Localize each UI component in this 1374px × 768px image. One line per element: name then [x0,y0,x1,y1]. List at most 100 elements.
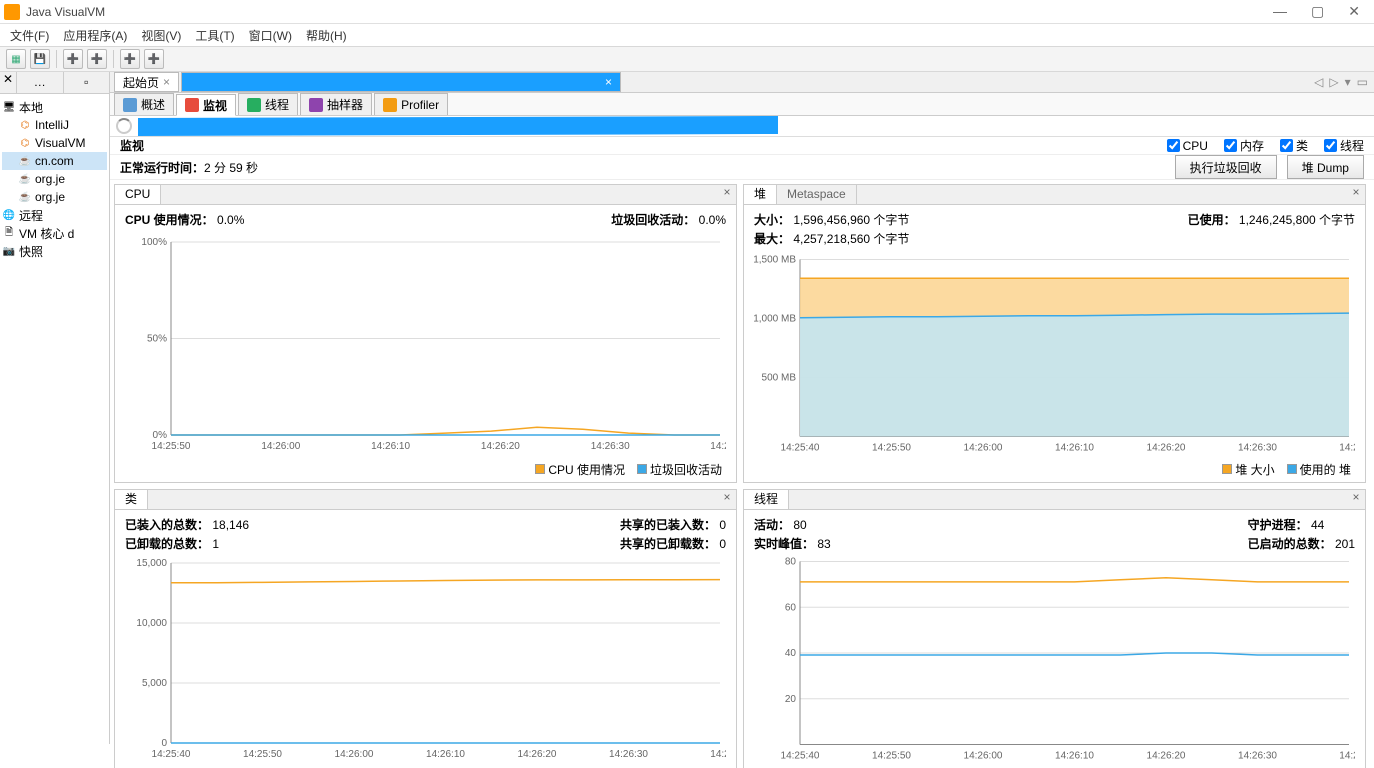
tree-local[interactable]: 🖥本地 [2,98,107,116]
svg-text:14:25:40: 14:25:40 [152,749,191,760]
svg-text:15,000: 15,000 [136,558,167,569]
close-icon[interactable]: × [163,75,170,89]
svg-text:14:26:30: 14:26:30 [1238,751,1277,762]
check-cpu-box[interactable] [1167,139,1180,152]
doc-tab-redacted[interactable]: × [181,72,621,92]
threads-live-value: 80 [793,518,806,532]
tree-item-orgje1[interactable]: ☕org.je [2,170,107,188]
doc-tab-label: 起始页 [123,74,159,91]
nav-dropdown-icon[interactable]: ▾ [1345,75,1351,89]
check-threads[interactable]: 线程 [1324,137,1364,154]
maximize-button[interactable]: ▢ [1311,3,1324,20]
monitor-checks: CPU 内存 类 线程 [1167,137,1364,154]
threads-tab[interactable]: 线程 [744,490,789,509]
cpu-tab[interactable]: CPU [115,185,161,204]
threads-started-label: 已启动的总数： [1248,537,1332,551]
legend-cpu: CPU 使用情况 [548,463,625,477]
svg-text:1,000 MB: 1,000 MB [754,314,796,325]
classes-shared-unloaded-label: 共享的已卸载数： [620,537,716,551]
check-cpu[interactable]: CPU [1167,137,1208,154]
view-tab-label: 抽样器 [327,96,363,113]
minimize-button[interactable]: — [1273,3,1287,20]
view-tab-label: Profiler [401,98,439,112]
close-icon[interactable]: × [605,75,612,89]
sidebar: ✕ … ▫ 🖥本地 ⌬IntelliJ ⌬VisualVM ☕cn.com ☕o… [0,72,110,744]
view-tab-threads[interactable]: 线程 [238,93,298,115]
heap-dump-button[interactable]: 堆 Dump [1287,155,1364,179]
panel-close-icon[interactable]: × [718,185,736,204]
heap-used-value: 1,246,245,800 个字节 [1239,213,1355,227]
panel-close-icon[interactable]: × [718,490,736,509]
svg-text:14:2: 14:2 [710,749,726,760]
menu-view[interactable]: 视图(V) [141,27,181,44]
tree-snapshot[interactable]: 📷快照 [2,242,107,260]
toolbar-btn-4[interactable]: ➕ [87,49,107,69]
check-classes[interactable]: 类 [1280,137,1308,154]
classes-shared-loaded-value: 0 [719,518,726,532]
toolbar-btn-5[interactable]: ➕ [120,49,140,69]
separator-icon [113,50,114,68]
application-tree: 🖥本地 ⌬IntelliJ ⌬VisualVM ☕cn.com ☕org.je … [0,94,109,264]
sidebar-tab[interactable]: … [16,72,63,93]
heap-chart: 500 MB1,000 MB1,500 MB14:25:4014:25:5014… [754,251,1355,459]
svg-text:14:26:00: 14:26:00 [261,441,300,452]
menu-help[interactable]: 帮助(H) [306,27,347,44]
sidebar-close-icon[interactable]: ✕ [0,72,16,93]
overview-icon [123,98,137,112]
threads-daemon-value: 44 [1311,518,1324,532]
gc-button[interactable]: 执行垃圾回收 [1175,155,1277,179]
threads-live-label: 活动： [754,518,790,532]
toolbar-btn-3[interactable]: ➕ [63,49,83,69]
sidebar-tab-2[interactable]: ▫ [63,72,110,93]
svg-text:5,000: 5,000 [142,678,167,689]
application-header [110,116,1374,137]
svg-text:14:25:50: 14:25:50 [872,443,911,454]
java-icon: ☕ [18,172,32,186]
nav-max-icon[interactable]: ▭ [1357,75,1368,89]
check-classes-box[interactable] [1280,139,1293,152]
legend-heap-used: 使用的 堆 [1300,463,1351,477]
classes-chart: 05,00010,00015,00014:25:4014:25:5014:26:… [125,556,726,764]
menu-applications[interactable]: 应用程序(A) [63,27,127,44]
view-tab-profiler[interactable]: Profiler [374,93,448,115]
threads-peak-value: 83 [817,537,830,551]
tree-label: org.je [35,172,65,186]
heap-tab[interactable]: 堆 [744,185,777,204]
tree-label: org.je [35,190,65,204]
tree-item-visualvm[interactable]: ⌬VisualVM [2,134,107,152]
view-tab-overview[interactable]: 概述 [114,93,174,115]
panel-close-icon[interactable]: × [1347,185,1365,204]
uptime-value: 2 分 59 秒 [204,159,258,176]
classes-unloaded-value: 1 [212,537,219,551]
nav-next-icon[interactable]: ▷ [1329,75,1338,89]
doc-tab-start[interactable]: 起始页 × [114,72,179,92]
check-threads-box[interactable] [1324,139,1337,152]
metaspace-tab[interactable]: Metaspace [777,185,857,204]
classes-tab[interactable]: 类 [115,490,148,509]
toolbar-btn-2[interactable]: 💾 [30,49,50,69]
close-button[interactable]: ✕ [1348,3,1360,20]
view-tab-sampler[interactable]: 抽样器 [300,93,372,115]
svg-text:14:2: 14:2 [1339,751,1355,762]
tree-item-cncom[interactable]: ☕cn.com [2,152,107,170]
toolbar-btn-6[interactable]: ➕ [144,49,164,69]
menu-window[interactable]: 窗口(W) [249,27,292,44]
document-tabs: 起始页 × × ◁ ▷ ▾ ▭ [110,72,1374,93]
panel-close-icon[interactable]: × [1347,490,1365,509]
tree-vmcore[interactable]: 🗎VM 核心 d [2,224,107,242]
check-mem-box[interactable] [1224,139,1237,152]
toolbar-btn-1[interactable]: ▦ [6,49,26,69]
chart-panels: CPU × CPU 使用情况： 0.0% 垃圾回收活动： 0.0% 0%50%1… [110,180,1374,768]
tree-item-orgje2[interactable]: ☕org.je [2,188,107,206]
svg-text:14:26:00: 14:26:00 [335,749,374,760]
menu-file[interactable]: 文件(F) [10,27,49,44]
view-tab-monitor[interactable]: 监视 [176,94,236,116]
tree-remote-label: 远程 [19,207,43,224]
tree-remote[interactable]: 🌐远程 [2,206,107,224]
nav-prev-icon[interactable]: ◁ [1314,75,1323,89]
check-mem[interactable]: 内存 [1224,137,1264,154]
classes-loaded-value: 18,146 [212,518,249,532]
menu-tools[interactable]: 工具(T) [195,27,234,44]
tree-item-intellij[interactable]: ⌬IntelliJ [2,116,107,134]
doc-tab-nav: ◁ ▷ ▾ ▭ [1314,75,1374,89]
